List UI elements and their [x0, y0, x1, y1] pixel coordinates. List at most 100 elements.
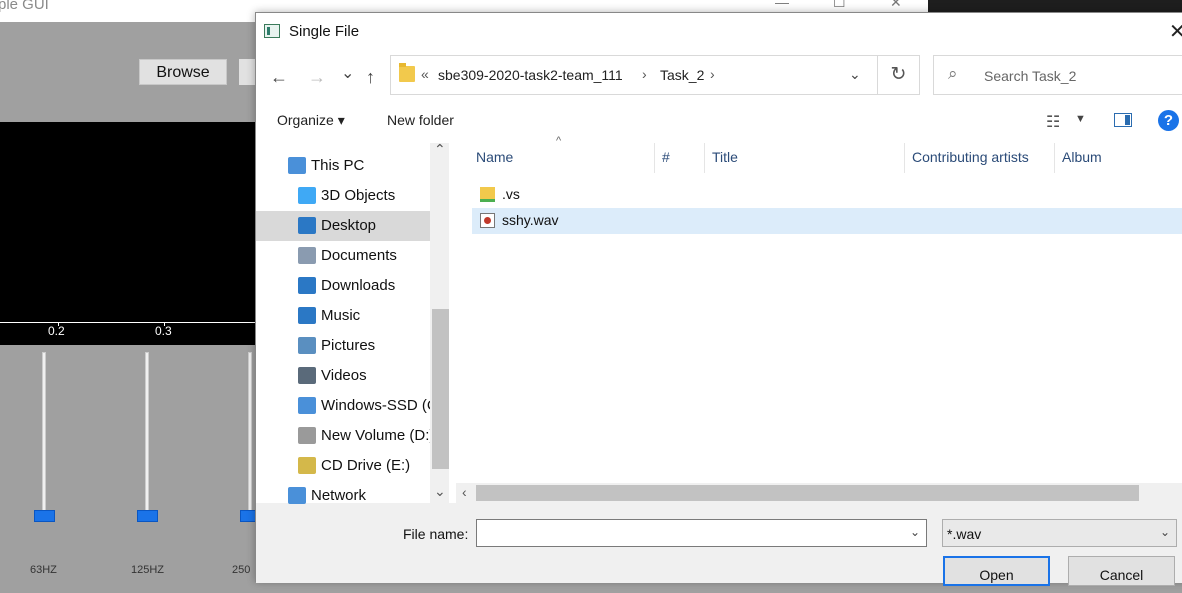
refresh-button[interactable]: ↻: [878, 55, 920, 95]
sidebar-item-label: CD Drive (E:): [321, 457, 411, 474]
chevron-right-icon[interactable]: ›: [710, 66, 715, 82]
dialog-app-icon: [264, 24, 280, 38]
background-window-title: ple GUI: [0, 0, 49, 13]
column-header-album[interactable]: Album: [1062, 149, 1102, 165]
chevron-right-icon[interactable]: ›: [642, 66, 647, 82]
column-header-artists[interactable]: Contributing artists: [912, 149, 1029, 165]
drive-icon: [298, 397, 316, 414]
cancel-button[interactable]: Cancel: [1068, 556, 1175, 586]
organize-button[interactable]: Organize ▾: [277, 112, 345, 129]
desktop-icon: [298, 217, 316, 234]
sort-ascending-icon: ^: [556, 135, 562, 147]
up-button[interactable]: ↑: [366, 67, 375, 88]
open-file-dialog: Single File ✕ ← → ⌄ ↑ « sbe309-2020-task…: [255, 12, 1182, 586]
address-bar[interactable]: « sbe309-2020-task2-team_111 › Task_2 › …: [390, 55, 878, 95]
horizontal-scrollbar-thumb[interactable]: [476, 485, 1139, 501]
cd-icon: [298, 457, 316, 474]
open-button[interactable]: Open: [943, 556, 1050, 586]
sidebar-item[interactable]: 3D Objects: [256, 181, 430, 211]
column-divider[interactable]: [654, 143, 655, 173]
view-options-icon[interactable]: ☷: [1046, 112, 1060, 132]
close-icon[interactable]: ✕: [1169, 19, 1182, 44]
eq-slider-label: 63HZ: [30, 564, 57, 576]
column-header-name[interactable]: Name: [476, 149, 513, 165]
column-header-title[interactable]: Title: [712, 149, 738, 165]
chevron-up-icon[interactable]: ⌃: [434, 141, 446, 158]
sidebar-item[interactable]: Documents: [256, 241, 430, 271]
chevron-down-icon[interactable]: ▼: [1075, 113, 1086, 125]
eq-slider-track[interactable]: [248, 352, 252, 516]
browse-button[interactable]: Browse: [139, 59, 227, 85]
help-icon[interactable]: ?: [1158, 110, 1179, 131]
sidebar-item[interactable]: Music: [256, 301, 430, 331]
background-dark-strip: [928, 0, 1182, 12]
this-pc-icon: [288, 157, 306, 174]
sidebar-item-label: Pictures: [321, 337, 376, 354]
chevron-down-icon[interactable]: ⌄: [849, 66, 861, 83]
column-header-number[interactable]: #: [662, 149, 670, 165]
chevron-down-icon[interactable]: ⌄: [1160, 525, 1170, 539]
file-name-input[interactable]: [476, 519, 927, 547]
sidebar-item[interactable]: Pictures: [256, 331, 430, 361]
sidebar-item[interactable]: Videos: [256, 361, 430, 391]
folder-icon: [480, 187, 495, 202]
sidebar-item-label: New Volume (D:): [321, 427, 435, 444]
chevron-down-icon[interactable]: ⌄: [434, 483, 446, 500]
file-type-select[interactable]: *.wav: [942, 519, 1177, 547]
plot-x-axis: [0, 322, 260, 345]
network-icon: [288, 487, 306, 504]
sidebar-item-label: Network: [311, 487, 367, 504]
eq-slider-label: 125HZ: [131, 564, 165, 576]
drive-icon: [298, 427, 316, 444]
document-icon: [298, 247, 316, 264]
sidebar-item[interactable]: CD Drive (E:): [256, 451, 430, 481]
eq-slider-track[interactable]: [42, 352, 46, 516]
column-divider[interactable]: [704, 143, 705, 173]
folder-icon: [399, 63, 415, 82]
chevron-left-icon[interactable]: ‹: [462, 484, 467, 500]
waveform-plot: [0, 122, 260, 322]
audio-file-icon: [480, 213, 495, 228]
minimize-icon[interactable]: —: [775, 0, 789, 10]
sidebar-item-label: Videos: [321, 367, 367, 384]
chevron-down-icon[interactable]: ⌄: [910, 525, 920, 539]
videos-icon: [298, 367, 316, 384]
sidebar-item-label: Downloads: [321, 277, 396, 294]
column-divider[interactable]: [1054, 143, 1055, 173]
list-item[interactable]: .vs: [472, 182, 1182, 208]
eq-slider-handle[interactable]: [137, 510, 158, 522]
search-input[interactable]: ⌕ Search Task_2: [933, 55, 1182, 95]
preview-pane-icon[interactable]: [1114, 113, 1132, 127]
sidebar-item-label: 3D Objects: [321, 187, 396, 204]
download-icon: [298, 277, 316, 294]
breadcrumb-item[interactable]: Task_2: [660, 67, 704, 83]
eq-slider-handle[interactable]: [34, 510, 55, 522]
breadcrumb-item[interactable]: sbe309-2020-task2-team_111: [438, 67, 623, 83]
pictures-icon: [298, 337, 316, 354]
close-icon[interactable]: ✕: [890, 0, 902, 11]
sidebar-item[interactable]: Desktop: [256, 211, 430, 241]
list-item[interactable]: sshy.wav: [472, 208, 1182, 234]
file-name: sshy.wav: [502, 212, 559, 228]
breadcrumb-overflow[interactable]: «: [421, 66, 429, 82]
axis-tick-label: 0.2: [48, 324, 65, 338]
new-folder-button[interactable]: New folder: [387, 112, 454, 128]
music-icon: [298, 307, 316, 324]
forward-button[interactable]: →: [308, 67, 326, 88]
sidebar-item[interactable]: New Volume (D:): [256, 421, 434, 451]
sidebar-item[interactable]: This PC: [256, 151, 430, 181]
sidebar-item[interactable]: Windows-SSD (C: [256, 391, 438, 421]
sidebar-item[interactable]: Network: [256, 481, 430, 511]
sidebar-item-label: Desktop: [321, 217, 377, 234]
eq-slider-track[interactable]: [145, 352, 149, 516]
back-button[interactable]: ←: [270, 67, 288, 88]
axis-tick-label: 0.3: [155, 324, 172, 338]
recent-locations-button[interactable]: ⌄: [341, 63, 354, 83]
sidebar-item[interactable]: Downloads: [256, 271, 430, 301]
nav-scrollbar-thumb[interactable]: [432, 309, 449, 469]
column-divider[interactable]: [904, 143, 905, 173]
maximize-icon[interactable]: ☐: [833, 0, 846, 11]
file-name-label: File name:: [403, 526, 469, 542]
sidebar-item-label: Documents: [321, 247, 397, 264]
cube-icon: [298, 187, 316, 204]
